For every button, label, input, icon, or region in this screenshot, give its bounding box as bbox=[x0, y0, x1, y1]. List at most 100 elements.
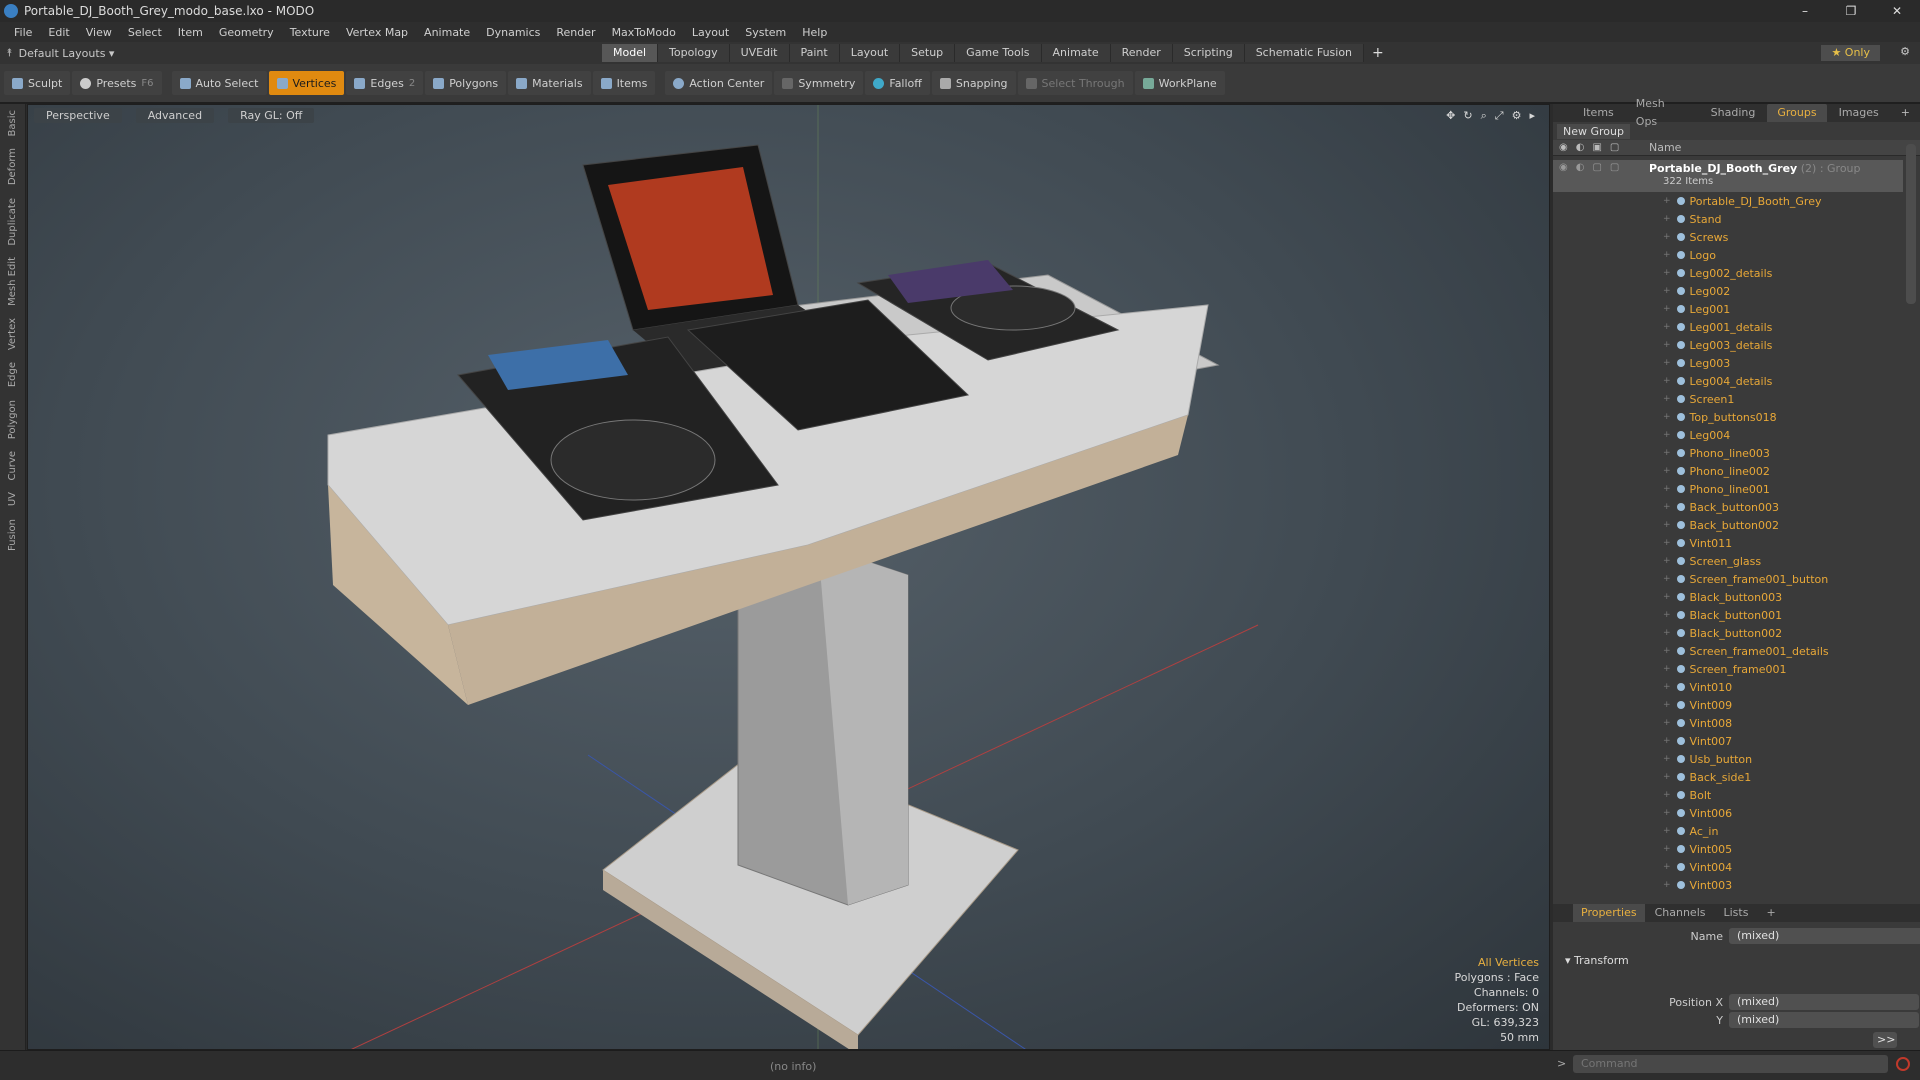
expand-icon[interactable]: + bbox=[1663, 466, 1671, 476]
expand-icon[interactable]: + bbox=[1663, 214, 1671, 224]
tab-properties[interactable]: Properties bbox=[1573, 904, 1645, 922]
tab-layout[interactable]: Layout bbox=[839, 44, 901, 62]
tab-mesh-ops[interactable]: Mesh Ops bbox=[1626, 95, 1699, 131]
menu-edit[interactable]: Edit bbox=[40, 26, 77, 39]
group-select-icon[interactable]: ▢ bbox=[1610, 162, 1619, 173]
tree-item[interactable]: + Phono_line001 bbox=[1553, 480, 1903, 498]
symmetry-button[interactable]: Symmetry bbox=[774, 71, 864, 95]
menu-layout[interactable]: Layout bbox=[684, 26, 737, 39]
pan-icon[interactable]: ✥ bbox=[1446, 109, 1455, 123]
left-tab-polygon[interactable]: Polygon bbox=[0, 394, 25, 445]
expand-icon[interactable]: + bbox=[1663, 304, 1671, 314]
expand-icon[interactable]: + bbox=[1663, 412, 1671, 422]
tab-scripting[interactable]: Scripting bbox=[1172, 44, 1245, 62]
menu-animate[interactable]: Animate bbox=[416, 26, 478, 39]
default-layouts-dropdown[interactable]: Default Layouts ▾ bbox=[19, 47, 115, 60]
expand-icon[interactable]: + bbox=[1663, 250, 1671, 260]
expand-icon[interactable]: + bbox=[1663, 340, 1671, 350]
close-button[interactable]: ✕ bbox=[1874, 0, 1920, 22]
record-icon[interactable] bbox=[1896, 1057, 1910, 1071]
raygl-toggle[interactable]: Ray GL: Off bbox=[228, 108, 315, 123]
tree-item[interactable]: + Back_button003 bbox=[1553, 498, 1903, 516]
tree-item[interactable]: + Leg002_details bbox=[1553, 264, 1903, 282]
group-render-icon[interactable]: ◐ bbox=[1576, 162, 1585, 173]
add-tab-icon[interactable]: + bbox=[1372, 45, 1384, 61]
expand-icon[interactable]: + bbox=[1663, 646, 1671, 656]
tree-item[interactable]: + Back_side1 bbox=[1553, 768, 1903, 786]
fit-icon[interactable]: ⤢ bbox=[1495, 109, 1504, 123]
tree-item[interactable]: + Vint005 bbox=[1553, 840, 1903, 858]
snapping-button[interactable]: Snapping bbox=[931, 71, 1016, 95]
expand-icon[interactable]: + bbox=[1663, 772, 1671, 782]
position-x-field[interactable]: (mixed) bbox=[1729, 994, 1919, 1010]
select-icon[interactable]: ▢ bbox=[1610, 142, 1619, 153]
group-lock-icon[interactable]: ▢ bbox=[1592, 162, 1601, 173]
group-row[interactable]: ◉ ◐ ▢ ▢ Portable_DJ_Booth_Grey (2) : Gro… bbox=[1553, 160, 1903, 192]
tree-item[interactable]: + Vint009 bbox=[1553, 696, 1903, 714]
tab-channels[interactable]: Channels bbox=[1647, 904, 1714, 922]
menu-geometry[interactable]: Geometry bbox=[211, 26, 282, 39]
tree-item[interactable]: + Leg001_details bbox=[1553, 318, 1903, 336]
expand-icon[interactable]: + bbox=[1663, 718, 1671, 728]
tree-item[interactable]: + Usb_button bbox=[1553, 750, 1903, 768]
menu-select[interactable]: Select bbox=[120, 26, 170, 39]
zoom-icon[interactable]: ⌕ bbox=[1481, 109, 1487, 123]
auto-select-button[interactable]: Auto Select bbox=[171, 71, 267, 95]
tree-item[interactable]: + Leg003_details bbox=[1553, 336, 1903, 354]
tree-item[interactable]: + Stand bbox=[1553, 210, 1903, 228]
tree-item[interactable]: + Vint003 bbox=[1553, 876, 1903, 894]
lock-icon[interactable]: ▣ bbox=[1592, 142, 1601, 153]
tree-item[interactable]: + Bolt bbox=[1553, 786, 1903, 804]
expand-icon[interactable]: + bbox=[1663, 754, 1671, 764]
polygons-button[interactable]: Polygons bbox=[425, 71, 507, 95]
sculpt-button[interactable]: Sculpt bbox=[4, 71, 71, 95]
expand-icon[interactable]: + bbox=[1663, 808, 1671, 818]
tree-item[interactable]: + Vint007 bbox=[1553, 732, 1903, 750]
more-button[interactable]: >> bbox=[1873, 1032, 1897, 1048]
tree-item[interactable]: + Vint006 bbox=[1553, 804, 1903, 822]
expand-icon[interactable]: + bbox=[1663, 376, 1671, 386]
tree-item[interactable]: + Ac_in bbox=[1553, 822, 1903, 840]
gear-icon[interactable]: ⚙ bbox=[1900, 45, 1910, 58]
expand-icon[interactable]: + bbox=[1663, 574, 1671, 584]
expand-icon[interactable]: + bbox=[1663, 322, 1671, 332]
left-tab-edge[interactable]: Edge bbox=[0, 356, 25, 393]
tree-item[interactable]: + Top_buttons018 bbox=[1553, 408, 1903, 426]
viewport-expand-icon[interactable]: ▸ bbox=[1529, 109, 1535, 123]
expand-icon[interactable]: + bbox=[1663, 682, 1671, 692]
add-panel-tab-icon[interactable]: + bbox=[1891, 104, 1920, 122]
tree-item[interactable]: + Leg003 bbox=[1553, 354, 1903, 372]
tree-item[interactable]: + Screen_glass bbox=[1553, 552, 1903, 570]
tab-images[interactable]: Images bbox=[1829, 104, 1889, 122]
tree-scrollbar[interactable] bbox=[1906, 144, 1916, 304]
menu-maxtomodo[interactable]: MaxToModo bbox=[604, 26, 684, 39]
expand-icon[interactable]: + bbox=[1663, 628, 1671, 638]
tree-item[interactable]: + Portable_DJ_Booth_Grey bbox=[1553, 192, 1903, 210]
expand-icon[interactable]: + bbox=[1663, 358, 1671, 368]
menu-file[interactable]: File bbox=[6, 26, 40, 39]
tree-item[interactable]: + Black_button003 bbox=[1553, 588, 1903, 606]
expand-icon[interactable]: + bbox=[1663, 196, 1671, 206]
maximize-button[interactable]: ❐ bbox=[1828, 0, 1874, 22]
select-through-button[interactable]: Select Through bbox=[1017, 71, 1133, 95]
expand-icon[interactable]: + bbox=[1663, 286, 1671, 296]
menu-dynamics[interactable]: Dynamics bbox=[478, 26, 548, 39]
tree-item[interactable]: + Vint008 bbox=[1553, 714, 1903, 732]
menu-view[interactable]: View bbox=[78, 26, 120, 39]
left-tab-basic[interactable]: Basic bbox=[0, 104, 25, 142]
left-tab-curve[interactable]: Curve bbox=[0, 445, 25, 487]
expand-icon[interactable]: + bbox=[1663, 538, 1671, 548]
expand-icon[interactable]: + bbox=[1663, 610, 1671, 620]
tree-item[interactable]: + Logo bbox=[1553, 246, 1903, 264]
expand-icon[interactable]: + bbox=[1663, 232, 1671, 242]
tab-groups[interactable]: Groups bbox=[1767, 104, 1827, 122]
tree-item[interactable]: + Phono_line003 bbox=[1553, 444, 1903, 462]
left-tab-vertex[interactable]: Vertex bbox=[0, 312, 25, 356]
tree-item[interactable]: + Black_button001 bbox=[1553, 606, 1903, 624]
expand-icon[interactable]: + bbox=[1663, 520, 1671, 530]
expand-icon[interactable]: + bbox=[1663, 880, 1671, 890]
tab-model[interactable]: Model bbox=[602, 44, 659, 62]
expand-icon[interactable]: + bbox=[1663, 430, 1671, 440]
left-tab-mesh-edit[interactable]: Mesh Edit bbox=[0, 251, 25, 312]
tree-item[interactable]: + Phono_line002 bbox=[1553, 462, 1903, 480]
